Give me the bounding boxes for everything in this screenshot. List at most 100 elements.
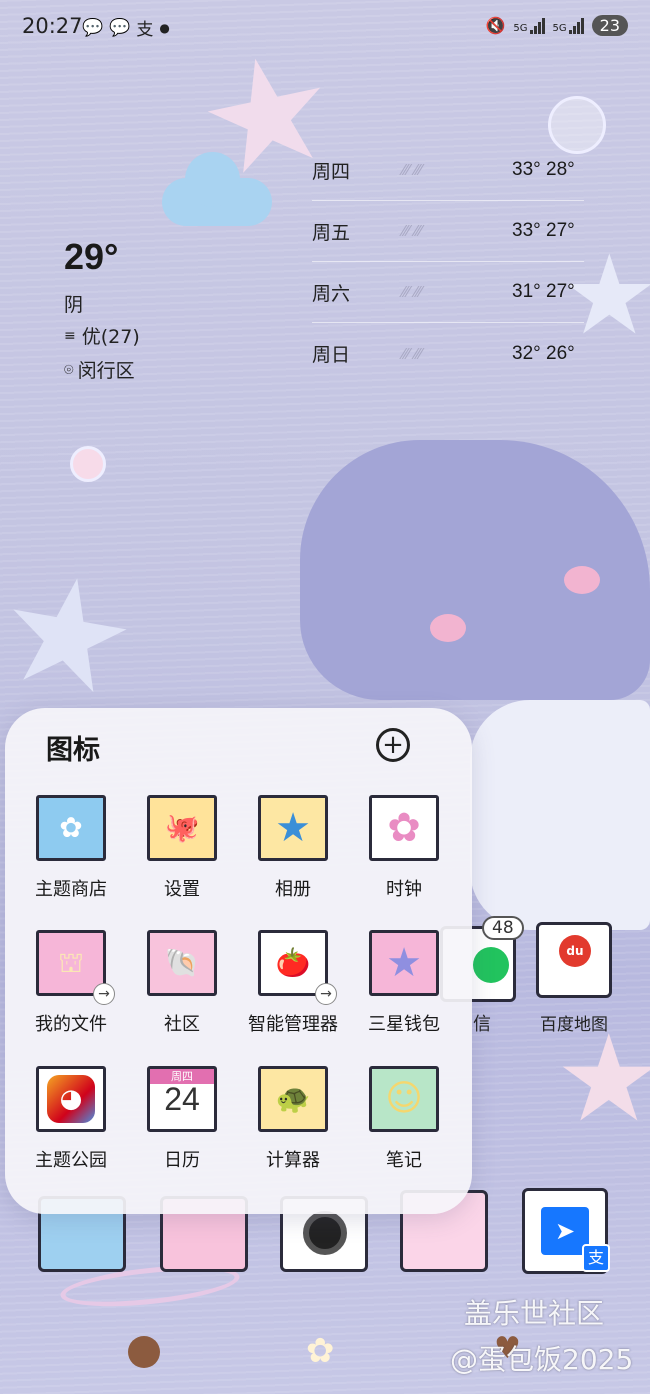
alipay-icon: 支 (136, 20, 154, 40)
alipay-badge-icon: 支 (582, 1244, 610, 1272)
wechat-app-label: 信 (473, 1014, 491, 1035)
app-samsung-wallet[interactable]: ★ 三星钱包 (348, 930, 460, 1036)
clock-flower-icon: ✿ (369, 795, 439, 861)
location-pin-icon: ⌾ (64, 359, 74, 379)
watermark-author: @蛋包饭2025 (450, 1343, 634, 1376)
app-notes[interactable]: ☺ 笔记 (348, 1066, 460, 1172)
wechat-icon: 💬 (109, 17, 131, 38)
location-name: 闵行区 (77, 360, 135, 382)
calculator-turtle-icon: 🐢 (258, 1066, 328, 1132)
weather-condition: 阴 (64, 294, 84, 316)
notes-character-icon: ☺ (369, 1066, 439, 1132)
status-time: 20:27 (22, 14, 83, 38)
forecast-day: 周四 (312, 160, 351, 183)
air-quality-value: 优(27) (81, 326, 140, 348)
theme-store-icon: ✿ (36, 795, 106, 861)
mute-icon: 🔇 (485, 16, 506, 35)
status-bar: 20:27 💬 💬 支 ● 🔇 5G 5G 23 (0, 0, 650, 60)
forecast-hilo: 33° 27° (512, 220, 575, 241)
dot-icon: ● (159, 20, 170, 35)
settings-octopus-icon: 🐙 (147, 795, 217, 861)
signal-icon: 5G (513, 17, 545, 34)
gallery-star-icon: ★ (258, 795, 328, 861)
battery-indicator: 23 (591, 15, 628, 36)
app-label: 相册 (275, 879, 311, 900)
haze-icon: ≡ (64, 327, 76, 344)
app-label: 三星钱包 (368, 1014, 440, 1035)
my-files-castle-icon: ⛫ → (36, 930, 115, 1005)
calendar-icon: 周四 24 (147, 1066, 217, 1132)
app-label: 社区 (164, 1014, 200, 1035)
signal-icon: 5G (552, 17, 584, 34)
rain-icon: ⁄⁄⁄ ⁄⁄⁄ (402, 283, 422, 301)
wechat-logo-icon (473, 947, 509, 983)
rain-icon: ⁄⁄⁄ ⁄⁄⁄ (402, 344, 422, 363)
forecast-day: 周日 (312, 344, 351, 366)
app-label: 智能管理器 (248, 1014, 338, 1035)
app-settings[interactable]: 🐙 设置 (126, 795, 238, 901)
notification-badge: 48 (482, 916, 524, 940)
app-clock[interactable]: ✿ 时钟 (348, 795, 460, 901)
plus-icon: + (382, 730, 404, 760)
watermark-site: 盖乐世社区 (464, 1297, 605, 1330)
baidu-map-app-label: 百度地图 (540, 1015, 608, 1035)
theme-park-logo-icon: ◕ (47, 1075, 95, 1123)
camera-lens-icon (303, 1211, 347, 1255)
flower-icon: ✿ (306, 1331, 335, 1371)
theme-park-icon: ◕ (36, 1066, 106, 1132)
arrow-right-icon: → (93, 983, 115, 1005)
current-temperature[interactable]: 29° (64, 236, 118, 278)
app-label: 我的文件 (35, 1014, 107, 1035)
app-label: 日历 (164, 1150, 200, 1171)
calendar-date: 24 (164, 1081, 200, 1117)
forecast-day: 周六 (312, 282, 351, 305)
community-shell-icon: 🐚 (147, 930, 217, 996)
wallpaper-cloud-bottom (470, 700, 650, 930)
folder-title[interactable]: 图标 (46, 728, 100, 767)
app-theme-store[interactable]: ✿ 主题商店 (15, 795, 127, 901)
app-label: 主题公园 (35, 1150, 107, 1171)
wechat-icon: 💬 (82, 17, 104, 38)
baidu-map-app-icon[interactable]: du (536, 922, 612, 998)
forecast-hilo: 33° 28° (512, 159, 575, 180)
smart-manager-tomato-icon: 🍅 → (258, 930, 337, 1005)
forecast-hilo: 31° 27° (512, 281, 575, 302)
wallpaper-cat-cheek (564, 566, 600, 594)
map-pin-icon: du (559, 935, 591, 967)
bunny-icon (128, 1336, 160, 1368)
app-gallery[interactable]: ★ 相册 (237, 795, 349, 901)
app-calendar[interactable]: 周四 24 日历 (126, 1066, 238, 1172)
air-quality: ≡ 优(27) (64, 322, 140, 349)
rain-icon: ⁄⁄⁄ ⁄⁄⁄ (402, 161, 422, 179)
app-folder: 图标 + ✿ 主题商店 🐙 设置 ★ 相册 ✿ 时钟 ⛫ → 我的文件 🐚 社区… (5, 708, 472, 1214)
status-indicators: 🔇 5G 5G 23 (485, 15, 628, 36)
forecast-row: 周五 ⁄⁄⁄ ⁄⁄⁄ 33° 27° (312, 201, 584, 262)
forecast-hilo: 32° 26° (512, 342, 575, 364)
app-smart-manager[interactable]: 🍅 → 智能管理器 (237, 930, 349, 1036)
app-label: 设置 (164, 879, 200, 900)
forecast-row: 周六 ⁄⁄⁄ ⁄⁄⁄ 31° 27° (312, 262, 584, 323)
wallpaper-cat-cheek (430, 614, 466, 642)
forecast-row: 周日 ⁄⁄⁄ ⁄⁄⁄ 32° 26° (312, 323, 584, 384)
wallet-star-icon: ★ (369, 930, 439, 996)
forecast-day: 周五 (312, 221, 351, 244)
app-theme-park[interactable]: ◕ 主题公园 (15, 1066, 127, 1172)
arrow-right-icon: → (315, 983, 337, 1005)
forecast-row: 周四 ⁄⁄⁄ ⁄⁄⁄ 33° 28° (312, 140, 584, 201)
app-label: 主题商店 (35, 879, 107, 900)
calendar-weekday: 周四 (150, 1069, 214, 1084)
rain-icon: ⁄⁄⁄ ⁄⁄⁄ (402, 222, 422, 240)
wallpaper-star-left: ★ (0, 537, 149, 733)
notification-icons: 💬 💬 支 ● (82, 15, 170, 41)
app-label: 时钟 (386, 879, 422, 900)
wallpaper-star-bottom: ★ (555, 1010, 650, 1149)
app-community[interactable]: 🐚 社区 (126, 930, 238, 1036)
add-app-button[interactable]: + (376, 728, 410, 762)
wallpaper-cat (300, 440, 650, 700)
app-label: 笔记 (386, 1150, 422, 1171)
app-label: 计算器 (266, 1150, 320, 1171)
network-type: 5G (552, 22, 567, 34)
app-calculator[interactable]: 🐢 计算器 (237, 1066, 349, 1172)
app-my-files[interactable]: ⛫ → 我的文件 (15, 930, 127, 1036)
network-type: 5G (513, 22, 528, 34)
